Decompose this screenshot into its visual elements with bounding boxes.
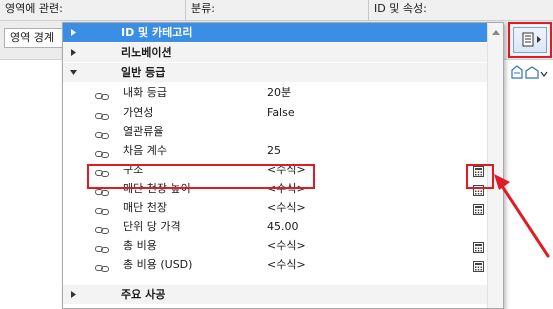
triangle-down-icon[interactable] [69,63,77,82]
property-name: 가연성 [123,106,154,119]
property-value[interactable]: 20분 [267,83,291,102]
property-value[interactable]: <수식> [267,255,306,274]
calculator-icon[interactable] [473,259,484,272]
triangle-right-icon[interactable] [69,285,77,304]
area-dropdown-value: 영역 경계 [10,31,54,44]
document-settings-icon [522,32,541,47]
calculator-icon[interactable] [473,183,484,196]
link-chain-icon [95,108,109,120]
property-group-row[interactable]: 리노베이션 [63,43,487,62]
property-list-popup: ID 및 카테고리리노베이션일반 등급내화 등급 20분가연성 False 열관류율차… [62,22,504,309]
triangle-right-icon[interactable] [69,43,77,62]
property-name: 내화 등급 [123,86,167,99]
id-and-properties-label: ID 및 속성: [374,2,427,15]
property-name: 구조 [123,163,144,176]
property-row[interactable]: 가연성 False [63,103,487,122]
property-group-label: 리노베이션 [121,46,172,59]
property-name: 매단 천장 [123,201,167,214]
property-name: 차음 계수 [123,144,167,157]
link-chain-icon [95,165,109,177]
property-group-row[interactable]: 일반 등급 [63,63,487,82]
property-name: 총 비용 [123,239,157,252]
property-row[interactable]: 매단 천장 높이 <수식> [63,179,487,198]
link-chain-icon [95,222,109,234]
link-chain-icon [95,260,109,272]
classification-column: 분류: [186,0,369,20]
link-chain-icon [95,241,109,253]
property-row[interactable]: 열관류율 [63,122,487,141]
calculator-icon[interactable] [473,240,484,253]
property-value[interactable]: 45.00 [267,217,299,236]
link-chain-icon [95,203,109,215]
classification-label: 분류: [191,2,215,15]
property-group-row[interactable]: 주요 사공 [63,285,487,304]
property-group-label: 일반 등급 [121,66,166,79]
property-row[interactable]: 단위 당 가격 45.00 [63,217,487,236]
property-value[interactable]: <수식> [267,198,306,217]
triangle-right-icon[interactable] [69,23,77,42]
related-to-area-label: 영역에 관련: [5,2,63,15]
scroll-up-arrow-icon[interactable] [488,27,503,37]
building-view-icons [511,65,548,79]
calculator-icon[interactable] [473,202,484,215]
property-name: 열관류율 [123,125,164,138]
related-to-area-column: 영역에 관련: [0,0,186,20]
settings-button-face [513,27,547,53]
link-chain-icon [95,88,109,100]
settings-button[interactable] [508,22,552,58]
property-name: 총 비용 (USD) [123,258,193,271]
property-group-label: 주요 사공 [121,288,166,301]
link-chain-icon [95,146,109,158]
id-and-properties-column: ID 및 속성: [369,0,553,20]
property-row[interactable]: 총 비용 <수식> [63,236,487,255]
property-group-label: ID 및 카테고리 [121,26,193,39]
property-group-row[interactable]: ID 및 카테고리 [63,23,487,42]
right-side-pane [508,60,553,309]
property-row[interactable]: 매단 천장 <수식> [63,198,487,217]
property-row[interactable]: 내화 등급 20분 [63,83,487,102]
property-row[interactable]: 구조 <수식> [63,160,487,179]
property-value[interactable]: <수식> [267,236,306,255]
property-value[interactable]: <수식> [267,179,306,198]
property-value[interactable]: False [267,103,295,122]
property-row[interactable]: 차음 계수 25 [63,141,487,160]
property-name: 매단 천장 높이 [123,182,191,195]
link-chain-icon [95,127,109,139]
property-value[interactable]: <수식> [267,160,306,179]
property-row[interactable]: 총 비용 (USD) <수식> [63,255,487,274]
calculator-icon[interactable] [473,164,484,177]
properties-header: 영역에 관련: 분류: ID 및 속성: [0,0,553,21]
scrollbar[interactable] [487,23,503,308]
property-value[interactable]: 25 [267,141,281,160]
property-name: 단위 당 가격 [123,220,181,233]
link-chain-icon [95,184,109,196]
